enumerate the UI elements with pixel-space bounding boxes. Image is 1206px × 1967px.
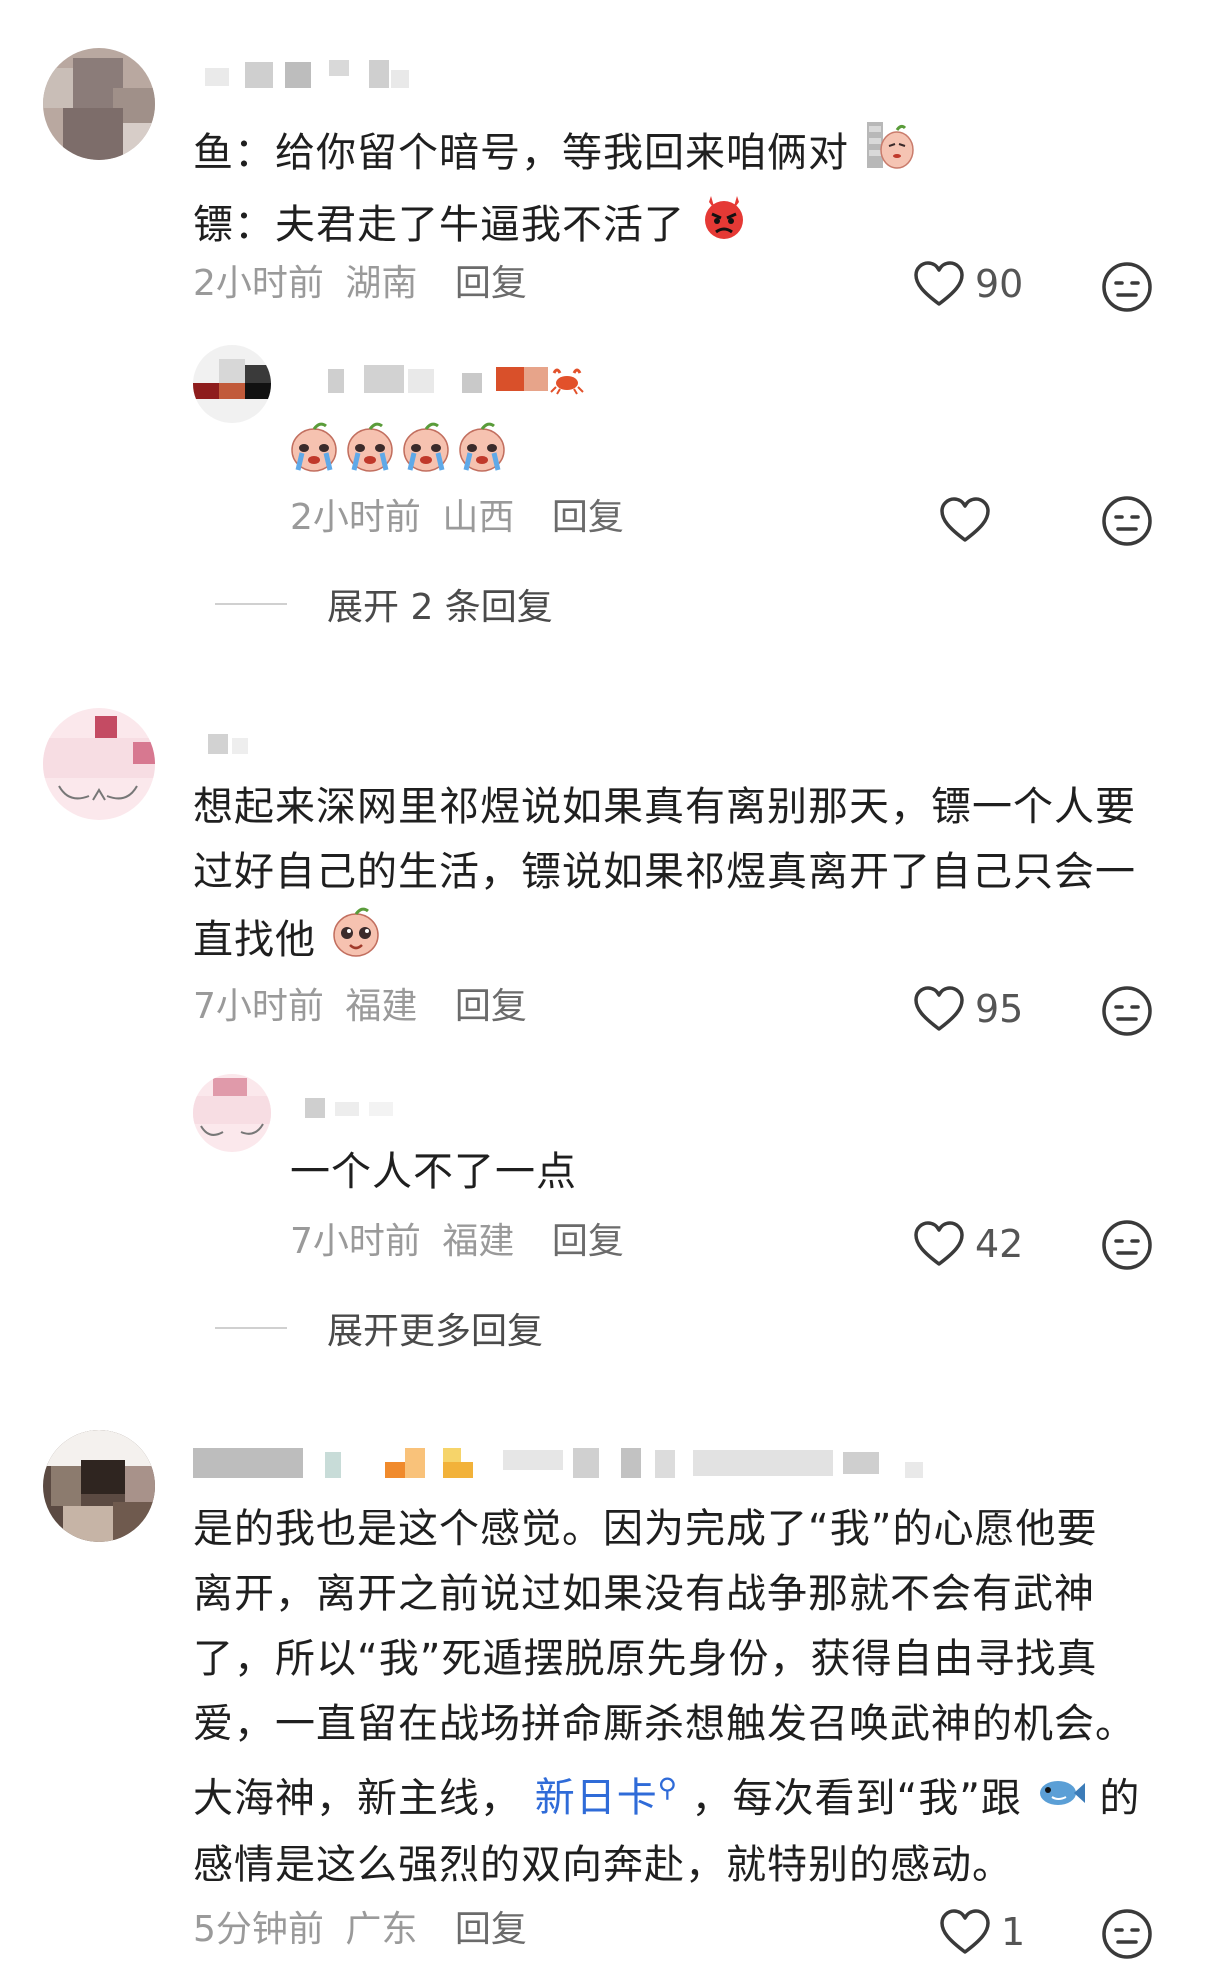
comment-line-tail: 的 (1099, 1775, 1141, 1822)
timestamp: 7小时前 (193, 986, 324, 1027)
pleading-peach-emoji-icon (330, 905, 382, 979)
dislike-button[interactable] (1101, 1219, 1153, 1271)
heart-outline-icon (940, 497, 990, 542)
comment-meta: 5分钟前 广东 回复 (193, 1908, 527, 1952)
expand-replies-button[interactable]: 展开更多回复 (215, 1302, 543, 1354)
heart-outline-icon (914, 1221, 964, 1266)
avatar[interactable] (43, 708, 155, 820)
comment-meta: 2小时前 山西 回复 (290, 496, 624, 540)
crying-peach-emoji-icon (459, 422, 505, 472)
comment-line: 过好自己的生活，镖说如果祁煜真离开了自己只会一 (193, 849, 1136, 895)
username[interactable] (328, 365, 618, 395)
like-button[interactable] (939, 496, 1001, 544)
comment-text: 鱼：给你留个暗号，等我回来咱俩对 镖：夫君走了牛逼我不活了 (193, 118, 1168, 262)
location: 湖南 (345, 263, 418, 304)
comment-line: 感情是这么强烈的双向奔赴，就特别的感动。 (193, 1841, 1013, 1888)
fish-emoji-icon (1036, 1768, 1086, 1833)
comment-line: 鱼：给你留个暗号，等我回来咱俩对 (193, 130, 849, 176)
like-button[interactable]: 42 (913, 1220, 1023, 1268)
like-button[interactable]: 1 (939, 1908, 1025, 1956)
divider (215, 1327, 287, 1329)
like-count: 95 (975, 987, 1024, 1031)
reply-button[interactable]: 回复 (455, 1909, 527, 1950)
comment-line-tail: ，每次看到“我”跟 (691, 1775, 1022, 1822)
angry-face-emoji-icon (699, 192, 749, 262)
reply-button[interactable]: 回复 (455, 986, 527, 1027)
expand-label: 展开 2 条回复 (327, 587, 553, 628)
comment-text: 一个人不了一点 (290, 1140, 1206, 1205)
avatar[interactable] (193, 1074, 271, 1152)
comment-line: 想起来深网里祁煜说如果真有离别那天，镖一个人要 (193, 784, 1136, 830)
location: 福建 (442, 1221, 515, 1262)
timestamp: 5分钟前 (193, 1909, 324, 1950)
like-button[interactable]: 95 (913, 985, 1023, 1033)
search-icon: ⚲ (657, 1774, 678, 1804)
meh-face-icon (1102, 986, 1152, 1036)
comment-line: 爱，一直留在战场拼命厮杀想触发召唤武神的机会。 (193, 1701, 1136, 1747)
peach-sly-emoji-icon (863, 118, 917, 192)
dislike-button[interactable] (1101, 985, 1153, 1037)
reply-button[interactable]: 回复 (552, 497, 624, 538)
like-count: 42 (975, 1222, 1024, 1266)
timestamp: 2小时前 (193, 263, 324, 304)
comment-line: 离开，离开之前说过如果没有战争那就不会有武神 (193, 1571, 1095, 1617)
location: 广东 (345, 1909, 418, 1950)
comment-text: 想起来深网里祁煜说如果真有离别那天，镖一个人要 过好自己的生活，镖说如果祁煜真离… (193, 775, 1168, 979)
like-count: 90 (975, 262, 1024, 306)
comment-meta: 2小时前 湖南 回复 (193, 262, 527, 306)
timestamp: 2小时前 (290, 497, 421, 538)
reply-button[interactable]: 回复 (552, 1221, 624, 1262)
reply-emoji-row (288, 420, 508, 474)
username[interactable] (205, 60, 415, 88)
crying-peach-emoji-icon (403, 422, 449, 472)
avatar[interactable] (43, 48, 155, 160)
timestamp: 7小时前 (290, 1221, 421, 1262)
comment-line: 直找他 (193, 917, 316, 963)
dislike-button[interactable] (1101, 1908, 1153, 1960)
avatar[interactable] (193, 345, 271, 423)
expand-replies-button[interactable]: 展开 2 条回复 (215, 578, 553, 630)
meh-face-icon (1102, 262, 1152, 312)
crying-peach-emoji-icon (291, 422, 337, 472)
comment-meta: 7小时前 福建 回复 (193, 985, 527, 1029)
comment-line: 镖：夫君走了牛逼我不活了 (193, 202, 685, 248)
dislike-button[interactable] (1101, 495, 1153, 547)
like-count: 1 (1001, 1910, 1026, 1954)
reply-button[interactable]: 回复 (455, 263, 527, 304)
crying-peach-emoji-icon (347, 422, 393, 472)
topic-link[interactable]: 新日卡⚲ (534, 1774, 678, 1822)
divider (215, 603, 287, 605)
username[interactable] (208, 728, 288, 756)
username[interactable] (305, 1092, 415, 1120)
heart-outline-icon (940, 1909, 990, 1954)
crab-emoji-icon (550, 365, 584, 395)
comment-text: 是的我也是这个感觉。因为完成了“我”的心愿他要 离开，离开之前说过如果没有战争那… (193, 1497, 1168, 1898)
comment-line: 是的我也是这个感觉。因为完成了“我”的心愿他要 (193, 1506, 1098, 1552)
topic-link-label: 新日卡 (534, 1775, 658, 1822)
meh-face-icon (1102, 1909, 1152, 1959)
dislike-button[interactable] (1101, 261, 1153, 313)
meh-face-icon (1102, 1220, 1152, 1270)
heart-outline-icon (914, 261, 964, 306)
expand-label: 展开更多回复 (327, 1311, 544, 1352)
comment-meta: 7小时前 福建 回复 (290, 1220, 624, 1264)
avatar[interactable] (43, 1430, 155, 1542)
location: 山西 (442, 497, 515, 538)
heart-outline-icon (914, 986, 964, 1031)
like-button[interactable]: 90 (913, 260, 1023, 308)
username[interactable] (193, 1448, 933, 1478)
comment-line: 了，所以“我”死遁摆脱原先身份，获得自由寻找真 (193, 1636, 1098, 1682)
comment-line: 大海神，新主线， (193, 1775, 521, 1822)
comment-line: 一个人不了一点 (290, 1149, 577, 1195)
meh-face-icon (1102, 496, 1152, 546)
location: 福建 (345, 986, 418, 1027)
